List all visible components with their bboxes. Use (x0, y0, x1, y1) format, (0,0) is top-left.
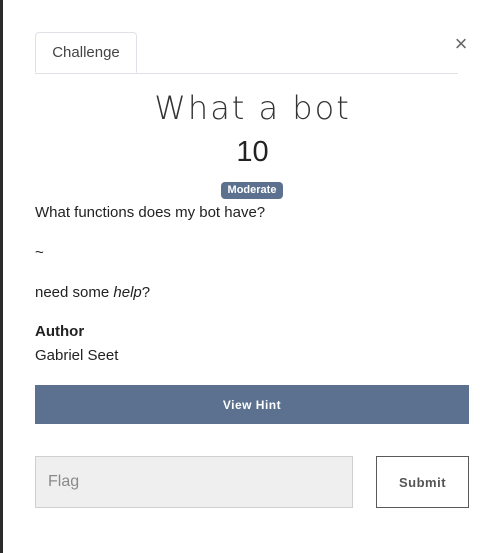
tab-challenge[interactable]: Challenge (35, 32, 137, 73)
challenge-title: What a bot (154, 89, 351, 127)
author-name: Gabriel Seet (35, 347, 119, 364)
submit-button[interactable]: Submit (376, 456, 469, 508)
modal-tab-bar: Challenge (35, 32, 458, 74)
description-line-3-suffix: ? (141, 284, 151, 301)
flag-input[interactable] (35, 456, 353, 508)
description-line-1: What functions does my bot have? (35, 204, 266, 221)
tab-challenge-label: Challenge (52, 44, 120, 61)
challenge-modal: Challenge × What a bot 10 Moderate What … (3, 0, 498, 553)
description-line-3-prefix: need some (35, 284, 114, 301)
description-line-2: ~ (35, 244, 44, 261)
description-line-3-emphasis: help (113, 284, 142, 301)
description-line-3: need some help? (35, 283, 150, 303)
difficulty-badge: Moderate (221, 182, 283, 199)
view-hint-button[interactable]: View Hint (35, 385, 469, 424)
author-label: Author (35, 323, 85, 340)
challenge-points: 10 (236, 136, 269, 168)
close-icon[interactable]: × (451, 30, 471, 58)
